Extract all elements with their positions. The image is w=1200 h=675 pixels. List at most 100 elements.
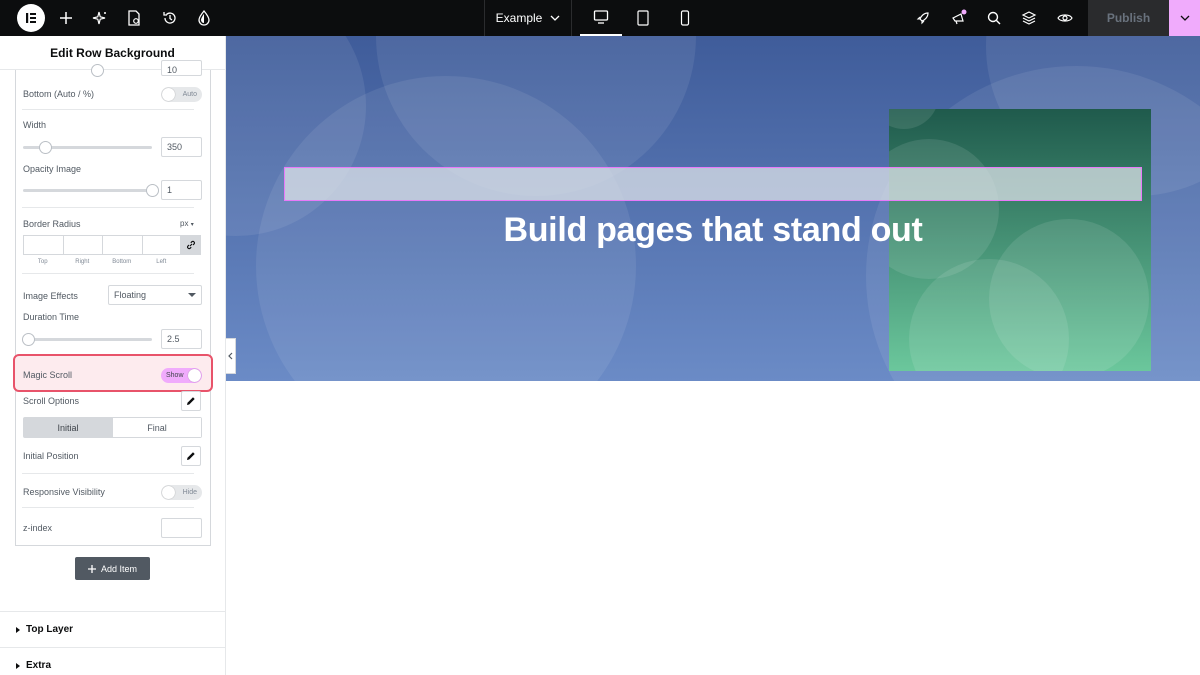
page-selector[interactable]: Example	[485, 0, 571, 36]
duration-label: Duration Time	[23, 312, 80, 322]
plus-icon[interactable]	[49, 0, 83, 36]
mobile-view-button[interactable]	[664, 0, 706, 36]
publish-button[interactable]: Publish	[1088, 0, 1169, 36]
add-item-button[interactable]: Add Item	[75, 557, 150, 580]
opacity-input[interactable]: 1	[161, 180, 202, 200]
collapse-panel-button[interactable]	[226, 338, 236, 374]
section-extra[interactable]: Extra	[0, 647, 225, 675]
bottom-label: Bottom (Auto / %)	[23, 89, 95, 99]
initial-position-label: Initial Position	[23, 451, 79, 461]
opacity-slider-handle[interactable]	[146, 184, 159, 197]
layers-icon[interactable]	[1012, 0, 1046, 36]
plus-icon	[87, 564, 96, 573]
section-label: Top Layer	[26, 624, 74, 635]
initial-position-edit-button[interactable]	[181, 446, 201, 466]
history-icon[interactable]	[153, 0, 187, 36]
divider	[22, 273, 194, 274]
decor-circle	[889, 139, 999, 279]
dimension-labels: Top Right Bottom Left	[23, 259, 181, 265]
opacity-label: Opacity Image	[23, 164, 82, 174]
image-effects-label: Image Effects	[23, 291, 78, 301]
zindex-label: z-index	[23, 523, 53, 533]
section-label: Extra	[26, 660, 52, 671]
zindex-input[interactable]	[161, 518, 202, 538]
radius-bottom-input[interactable]	[102, 235, 142, 255]
toggle-knob	[162, 88, 175, 101]
tab-initial[interactable]: Initial	[24, 418, 112, 437]
pencil-icon	[187, 397, 195, 405]
divider	[22, 473, 194, 474]
slider-handle[interactable]	[91, 64, 104, 77]
hero-headline: Build pages that stand out	[503, 211, 923, 249]
topbar-divider	[571, 0, 572, 36]
tab-final[interactable]: Final	[112, 418, 201, 437]
elementor-logo-icon[interactable]	[17, 4, 45, 32]
responsive-visibility-toggle[interactable]: Hide	[161, 485, 202, 500]
width-label: Width	[23, 120, 47, 130]
toggle-knob	[188, 369, 201, 382]
partial-number-input[interactable]: 10	[161, 60, 202, 76]
dim-label: Top	[37, 259, 48, 265]
divider	[22, 109, 194, 110]
image-effects-select[interactable]: Floating	[108, 285, 202, 305]
opacity-slider-track[interactable]	[23, 189, 152, 192]
toggle-text: Show	[166, 372, 184, 379]
ai-sparkle-icon[interactable]	[83, 0, 117, 36]
pencil-icon	[187, 452, 195, 460]
theme-style-icon[interactable]	[187, 0, 221, 36]
mobile-icon	[680, 10, 690, 26]
width-slider-handle[interactable]	[39, 141, 52, 154]
toggle-text: Auto	[182, 91, 197, 98]
megaphone-icon[interactable]	[942, 0, 976, 36]
divider	[22, 207, 194, 208]
tablet-view-button[interactable]	[622, 0, 664, 36]
unit-value: px	[180, 219, 189, 228]
selected-element-bar[interactable]	[284, 167, 1142, 201]
radius-left-input[interactable]	[141, 235, 182, 255]
duration-input[interactable]: 2.5	[161, 329, 202, 349]
caret-right-icon	[16, 626, 20, 633]
chevron-down-icon	[550, 15, 560, 21]
publish-options-button[interactable]	[1169, 0, 1200, 36]
scroll-options-label: Scroll Options	[23, 396, 80, 406]
caret-right-icon	[16, 662, 20, 669]
width-input[interactable]: 350	[161, 137, 202, 157]
duration-slider-track[interactable]	[23, 338, 152, 341]
preview-eye-icon[interactable]	[1048, 0, 1082, 36]
rocket-icon[interactable]	[906, 0, 940, 36]
toggle-text: Hide	[182, 489, 197, 496]
scroll-options-edit-button[interactable]	[181, 391, 201, 411]
dim-label: Bottom	[112, 259, 132, 265]
chevron-down-icon	[1180, 15, 1189, 21]
radius-top-input[interactable]	[23, 235, 63, 255]
bottom-auto-toggle[interactable]: Auto	[161, 87, 202, 102]
dim-label: Right	[75, 259, 90, 265]
border-radius-label: Border Radius	[23, 219, 81, 229]
caret-down-icon	[188, 293, 196, 297]
search-icon[interactable]	[977, 0, 1011, 36]
hero-section[interactable]: Build pages that stand out	[226, 36, 1200, 381]
decor-circle	[889, 109, 939, 129]
tablet-icon	[637, 10, 649, 26]
duration-slider-handle[interactable]	[22, 333, 35, 346]
chevron-down-icon: ▾	[190, 222, 194, 228]
magic-scroll-toggle[interactable]: Show	[161, 368, 202, 383]
link-icon	[187, 240, 196, 250]
page-settings-icon[interactable]	[117, 0, 151, 36]
add-item-label: Add Item	[100, 563, 138, 574]
link-values-button[interactable]	[181, 235, 201, 255]
unit-selector[interactable]: px ▾	[180, 219, 194, 228]
editor-panel: Edit Row Background 10 Bottom (Auto / %)…	[0, 36, 226, 675]
page-name: Example	[495, 11, 543, 25]
scroll-state-tabs: Initial Final	[23, 417, 202, 438]
select-value: Floating	[114, 290, 147, 300]
magic-scroll-label: Magic Scroll	[23, 370, 73, 380]
desktop-view-button[interactable]	[580, 0, 622, 36]
chevron-left-icon	[228, 352, 233, 360]
border-radius-inputs	[23, 235, 201, 255]
dim-label: Left	[156, 259, 167, 265]
radius-right-input[interactable]	[62, 235, 103, 255]
section-top-layer[interactable]: Top Layer	[0, 611, 225, 647]
responsive-visibility-label: Responsive Visibility	[23, 487, 105, 497]
desktop-icon	[593, 10, 609, 24]
